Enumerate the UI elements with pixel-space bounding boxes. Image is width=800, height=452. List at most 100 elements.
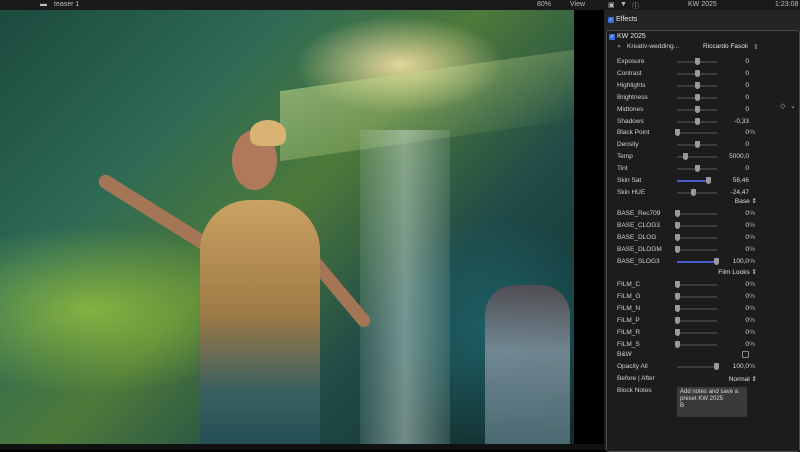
param-value[interactable]: -0,33 xyxy=(734,118,749,125)
param-label: Black Point xyxy=(617,129,650,137)
param-slider-knob[interactable] xyxy=(706,177,711,184)
base-select[interactable]: Base ⇕ xyxy=(735,197,757,205)
param-slider-knob[interactable] xyxy=(694,141,700,149)
param-slider[interactable] xyxy=(674,233,717,241)
chevron-down-icon[interactable]: ⌄ xyxy=(790,102,796,110)
param-slider-knob[interactable] xyxy=(674,328,680,336)
param-slider-knob[interactable] xyxy=(674,210,680,217)
param-value[interactable]: 5000,0 xyxy=(729,153,749,160)
param-row-skin-sat: Skin Sat 58,46 xyxy=(617,176,797,186)
param-value[interactable]: 0 xyxy=(745,58,749,65)
param-slider[interactable] xyxy=(677,81,717,89)
film-select[interactable]: Film Looks ⇕ xyxy=(718,268,757,276)
opacity-value[interactable]: 100,0 xyxy=(733,363,749,370)
param-value[interactable]: 0 xyxy=(745,70,749,77)
author-dropdown[interactable]: Riccardo Fasoli xyxy=(703,43,748,50)
video-viewer[interactable] xyxy=(0,10,574,444)
param-slider[interactable] xyxy=(677,105,717,113)
chevron-updown-icon[interactable]: ⇕ xyxy=(753,43,758,51)
inspector-panel: ✓ Effects ✓ KW 2025 ● Kreativ-wedding...… xyxy=(604,10,800,452)
param-value[interactable]: 0 xyxy=(745,106,749,113)
param-slider-knob[interactable] xyxy=(690,188,696,196)
param-row-temp: Temp 5000,0 xyxy=(617,152,797,162)
keyframe-icon[interactable]: ◇ xyxy=(780,102,785,110)
param-slider-knob[interactable] xyxy=(674,304,680,312)
param-row-density: Density 0 xyxy=(617,140,797,150)
param-slider[interactable] xyxy=(677,93,717,101)
param-slider[interactable] xyxy=(677,165,717,173)
param-slider[interactable] xyxy=(674,328,717,336)
param-unit: % xyxy=(749,340,755,348)
param-value[interactable]: 0 xyxy=(745,94,749,101)
opacity-knob[interactable] xyxy=(714,363,719,370)
block-notes-field[interactable]: Add notes and save a preset KW 2025 B xyxy=(677,387,747,417)
block-notes-label: Block Notes xyxy=(617,387,652,394)
param-slider[interactable] xyxy=(674,129,717,137)
param-slider[interactable] xyxy=(674,340,717,348)
opacity-slider[interactable] xyxy=(677,363,719,370)
param-row-film-n: FILM_N 0% xyxy=(617,304,797,314)
param-unit: % xyxy=(749,304,755,312)
film-icon[interactable]: ▬ xyxy=(40,1,47,8)
param-slider-knob[interactable] xyxy=(674,340,680,348)
video-inspector-icon[interactable]: ▣ xyxy=(608,1,615,9)
param-slider[interactable] xyxy=(677,117,717,125)
background-performer xyxy=(485,285,570,444)
param-slider[interactable] xyxy=(674,292,717,300)
param-slider-knob[interactable] xyxy=(674,221,680,229)
param-slider-knob[interactable] xyxy=(694,58,700,65)
param-slider-knob[interactable] xyxy=(674,316,680,324)
param-slider-knob[interactable] xyxy=(694,117,700,125)
stage-curtain xyxy=(360,130,450,444)
color-filter-icon[interactable]: ▼ xyxy=(620,1,627,8)
before-after-select[interactable]: Normal ⇕ xyxy=(729,375,757,383)
param-slider[interactable] xyxy=(674,245,717,253)
preset-row: ● Kreativ-wedding... Riccardo Fasoli ⇕ xyxy=(617,42,797,52)
param-slider[interactable] xyxy=(674,304,717,312)
param-slider[interactable] xyxy=(677,141,717,149)
param-slider-knob[interactable] xyxy=(674,245,680,253)
zoom-dropdown[interactable]: 80% xyxy=(537,1,551,8)
param-row-brightness: Brightness 0 xyxy=(617,93,797,103)
param-unit: % xyxy=(749,316,755,324)
param-slider-knob[interactable] xyxy=(674,281,680,288)
effect-enable-checkbox[interactable]: ✓ xyxy=(609,34,615,40)
param-slider[interactable] xyxy=(674,210,717,217)
param-row-film-r: FILM_R 0% xyxy=(617,328,797,338)
param-slider-knob[interactable] xyxy=(682,153,688,161)
param-slider-knob[interactable] xyxy=(674,292,680,300)
param-slider-knob[interactable] xyxy=(674,129,680,137)
param-label: Exposure xyxy=(617,58,645,65)
view-dropdown[interactable]: View xyxy=(570,1,585,8)
param-slider[interactable] xyxy=(674,281,717,288)
effects-enable-checkbox[interactable]: ✓ xyxy=(608,17,614,23)
param-value[interactable]: 0 xyxy=(745,82,749,89)
param-slider-knob[interactable] xyxy=(694,165,700,173)
param-slider-knob[interactable] xyxy=(694,105,700,113)
param-slider[interactable] xyxy=(677,153,717,161)
param-value[interactable]: 58,46 xyxy=(733,177,749,184)
project-name: teaser 1 xyxy=(54,1,80,8)
param-slider-knob[interactable] xyxy=(674,233,680,241)
bw-checkbox[interactable] xyxy=(742,351,749,358)
param-value[interactable]: 0 xyxy=(745,165,749,172)
param-slider[interactable] xyxy=(677,177,711,184)
param-slider[interactable] xyxy=(677,69,717,77)
param-row-base-rec709: BASE_Rec709 0% xyxy=(617,209,797,219)
param-value[interactable]: 100,0 xyxy=(733,258,749,265)
param-slider-knob[interactable] xyxy=(694,69,700,77)
param-slider-knob[interactable] xyxy=(694,93,700,101)
param-slider[interactable] xyxy=(674,316,717,324)
param-value[interactable]: -24,47 xyxy=(731,189,749,196)
bw-label: B&W xyxy=(617,351,632,358)
param-value[interactable]: 0 xyxy=(745,141,749,148)
param-label: BASE_DLOG xyxy=(617,233,657,241)
param-slider[interactable] xyxy=(677,58,717,65)
param-slider[interactable] xyxy=(677,257,719,265)
param-slider[interactable] xyxy=(677,188,717,196)
param-slider-knob[interactable] xyxy=(694,81,700,89)
before-after-row: Before | After Normal ⇕ xyxy=(617,374,797,384)
param-row-base-clog3: BASE_CLOG3 0% xyxy=(617,221,797,231)
param-slider-knob[interactable] xyxy=(714,257,719,265)
param-slider[interactable] xyxy=(674,221,717,229)
